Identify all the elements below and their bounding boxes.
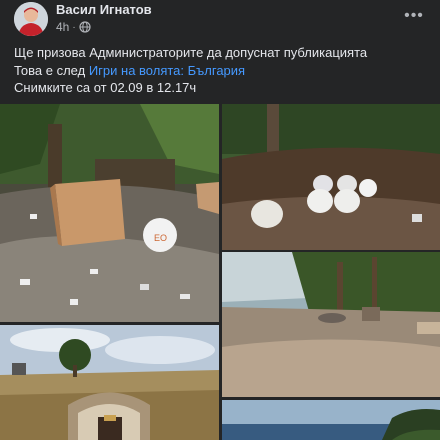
post-header: Васил Игнатов 4h · ••• [14,0,426,40]
photo-eggs-on-dirt[interactable] [222,104,440,250]
post-text-line: Снимките са от 02.09 в 12.17ч [14,80,197,95]
globe-icon [79,21,91,33]
group-link[interactable]: Игри на волята: България [89,63,245,78]
post-text-line: Ще призова Администраторите да допуснат … [14,45,368,60]
post-time[interactable]: 4h [56,20,69,34]
svg-text:EO: EO [154,233,167,243]
photo-debris-box[interactable]: EO [0,104,219,322]
photo-field-with-hut[interactable] [0,325,219,440]
post-text-line: Това е след Игри на волята: България [14,62,426,80]
post-meta: 4h · [56,20,91,34]
author-name[interactable]: Васил Игнатов [56,2,152,17]
avatar[interactable] [14,2,48,36]
photo-clearing-with-trees[interactable] [222,252,440,397]
meta-separator: · [72,21,76,33]
post-text: Ще призова Администраторите да допуснат … [14,44,426,97]
post-text-prefix: Това е след [14,62,89,78]
more-options-icon[interactable]: ••• [402,6,426,26]
photo-sea-coast[interactable] [222,400,440,440]
